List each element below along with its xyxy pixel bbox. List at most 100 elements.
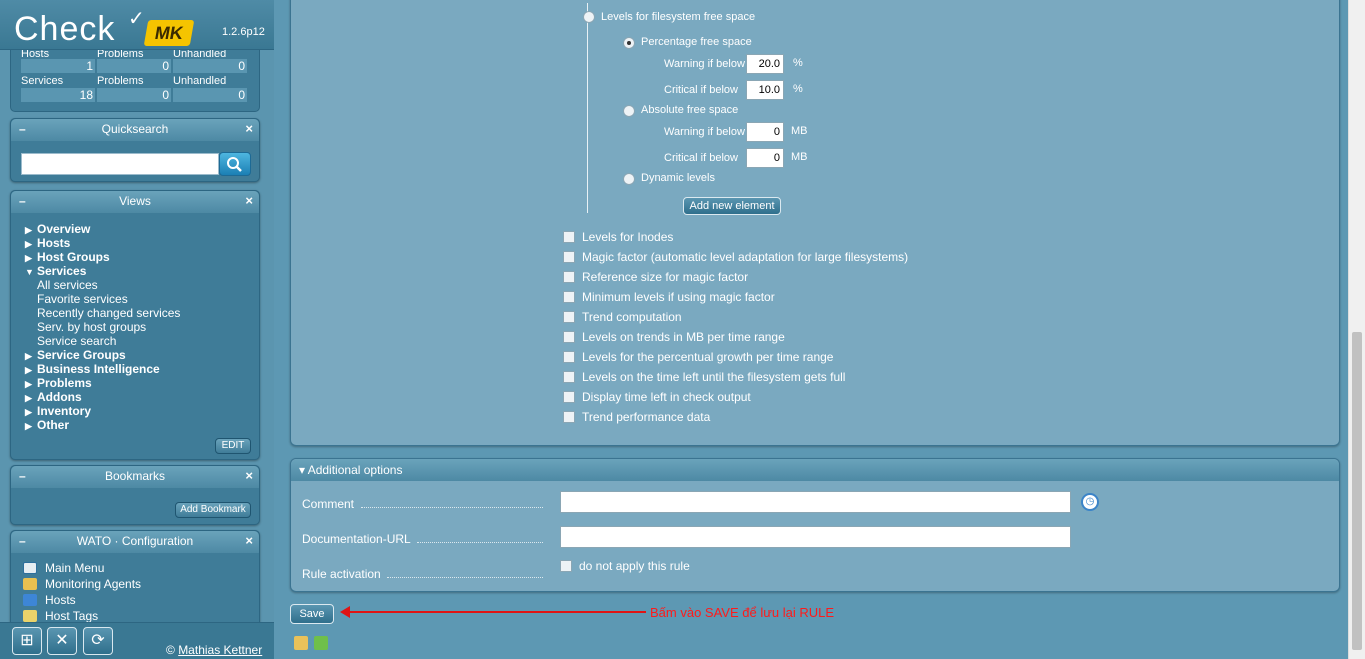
views-item-other[interactable]: ▶ Other (25, 418, 180, 432)
views-item-overview[interactable]: ▶ Overview (25, 222, 180, 236)
search-button[interactable] (219, 152, 251, 176)
bookmarks-snapin: – Bookmarks × Add Bookmark (10, 465, 260, 525)
add-bookmark-button[interactable]: Add Bookmark (175, 502, 251, 518)
bookmark-page-icon[interactable] (294, 636, 308, 650)
option-checkbox[interactable] (563, 231, 575, 243)
quicksearch-header[interactable]: – Quicksearch × (11, 119, 259, 141)
views-item-recently-changed-services[interactable]: Recently changed services (25, 306, 180, 320)
close-icon[interactable]: × (245, 191, 253, 211)
views-item-favorite-services[interactable]: Favorite services (25, 292, 180, 306)
dynamic-levels-label: Dynamic levels (641, 172, 715, 184)
service-problems-header: Problems (97, 75, 144, 87)
views-item-label: Overview (37, 222, 91, 236)
hosts-count[interactable]: 1 (21, 59, 95, 73)
minimize-icon[interactable]: – (19, 466, 26, 486)
abs-crit-input[interactable] (746, 148, 784, 168)
option-checkbox[interactable] (563, 351, 575, 363)
scroll-thumb[interactable] (1352, 332, 1362, 650)
views-item-services[interactable]: ▼ Services (25, 264, 180, 278)
wato-item-monitoring-agents[interactable]: Monitoring Agents (23, 577, 141, 593)
additional-options-header[interactable]: ▾ Additional options (291, 459, 1339, 481)
logo-text: Check (14, 10, 116, 48)
rule-parameters-box: Levels for filesystem free space Percent… (290, 0, 1340, 446)
search-icon (227, 157, 242, 172)
views-item-host-groups[interactable]: ▶ Host Groups (25, 250, 180, 264)
views-item-label: Serv. by host groups (37, 320, 147, 334)
hosts-icon (23, 594, 37, 606)
option-checkbox[interactable] (563, 271, 575, 283)
close-icon[interactable]: × (245, 466, 253, 486)
views-item-problems[interactable]: ▶ Problems (25, 376, 180, 390)
settings-icon: ✕ (55, 632, 69, 649)
option-label: Levels on the time left until the filesy… (582, 370, 846, 384)
annotation-arrow (346, 611, 646, 613)
radio-absolute[interactable] (623, 105, 635, 117)
doc-url-input[interactable] (560, 526, 1071, 548)
refresh-icon[interactable] (314, 636, 328, 650)
edit-button[interactable]: EDIT (215, 438, 251, 454)
option-checkbox[interactable] (563, 291, 575, 303)
views-item-inventory[interactable]: ▶ Inventory (25, 404, 180, 418)
caret-right-icon: ▶ (25, 379, 32, 389)
wato-header[interactable]: – WATO · Configuration × (11, 531, 259, 553)
logo[interactable]: Check ✓ MK 1.2.6p12 (0, 0, 274, 52)
abs-warn-input[interactable] (746, 122, 784, 142)
pct-crit-input[interactable] (746, 80, 784, 100)
views-item-hosts[interactable]: ▶ Hosts (25, 236, 180, 250)
views-item-service-search[interactable]: Service search (25, 334, 180, 348)
wato-item-main-menu[interactable]: Main Menu (23, 561, 104, 577)
radio-dynamic[interactable] (623, 173, 635, 185)
wato-item-hosts[interactable]: Hosts (23, 593, 76, 609)
option-checkbox[interactable] (563, 391, 575, 403)
views-item-label: Business Intelligence (37, 362, 160, 376)
abs-warn-label: Warning if below (664, 126, 745, 138)
caret-right-icon: ▶ (25, 239, 32, 249)
main-content: Levels for filesystem free space Percent… (274, 0, 1348, 659)
comment-label: Comment (302, 497, 355, 511)
logo-mk: MK (143, 20, 195, 46)
radio-levels-fs[interactable] (583, 11, 595, 23)
views-item-serv-by-host-groups[interactable]: Serv. by host groups (25, 320, 180, 334)
option-checkbox[interactable] (563, 331, 575, 343)
host-unhandled-count[interactable]: 0 (173, 59, 247, 73)
minimize-icon[interactable]: – (19, 191, 26, 211)
minimize-icon[interactable]: – (19, 531, 26, 551)
views-item-business-intelligence[interactable]: ▶ Business Intelligence (25, 362, 180, 376)
add-new-element-button[interactable]: Add new element (683, 197, 781, 215)
views-item-label: Addons (37, 390, 82, 404)
pct-warn-input[interactable] (746, 54, 784, 74)
caret-right-icon: ▶ (25, 253, 32, 263)
pct-free-label: Percentage free space (641, 36, 752, 48)
close-icon[interactable]: × (245, 531, 253, 551)
views-header[interactable]: – Views × (11, 191, 259, 213)
option-checkbox[interactable] (563, 411, 575, 423)
pct-crit-unit: % (793, 83, 803, 95)
host-problems-count[interactable]: 0 (97, 59, 171, 73)
radio-percentage[interactable] (623, 37, 635, 49)
settings-button[interactable]: ✕ (47, 627, 77, 655)
do-not-apply-checkbox[interactable] (560, 560, 572, 572)
doc-url-dots (417, 542, 543, 543)
service-problems-count[interactable]: 0 (97, 88, 171, 102)
views-item-addons[interactable]: ▶ Addons (25, 390, 180, 404)
minimize-icon[interactable]: – (19, 119, 26, 139)
views-item-all-services[interactable]: All services (25, 278, 180, 292)
services-count[interactable]: 18 (21, 88, 95, 102)
indent-line (587, 3, 588, 213)
option-checkbox[interactable] (563, 311, 575, 323)
quicksearch-input[interactable] (21, 153, 219, 175)
bookmarks-header[interactable]: – Bookmarks × (11, 466, 259, 488)
clock-icon[interactable]: ◷ (1081, 493, 1099, 511)
logout-button[interactable]: ⟳ (83, 627, 113, 655)
copyright-link[interactable]: Mathias Kettner (178, 643, 262, 657)
close-icon[interactable]: × (245, 119, 253, 139)
views-item-service-groups[interactable]: ▶ Service Groups (25, 348, 180, 362)
service-unhandled-count[interactable]: 0 (173, 88, 247, 102)
caret-down-icon: ▼ (25, 267, 34, 277)
main-scrollbar[interactable] (1348, 0, 1365, 659)
save-button[interactable]: Save (290, 604, 334, 624)
comment-input[interactable] (560, 491, 1071, 513)
option-checkbox[interactable] (563, 371, 575, 383)
add-snapin-button[interactable]: ⊞ (12, 627, 42, 655)
option-checkbox[interactable] (563, 251, 575, 263)
